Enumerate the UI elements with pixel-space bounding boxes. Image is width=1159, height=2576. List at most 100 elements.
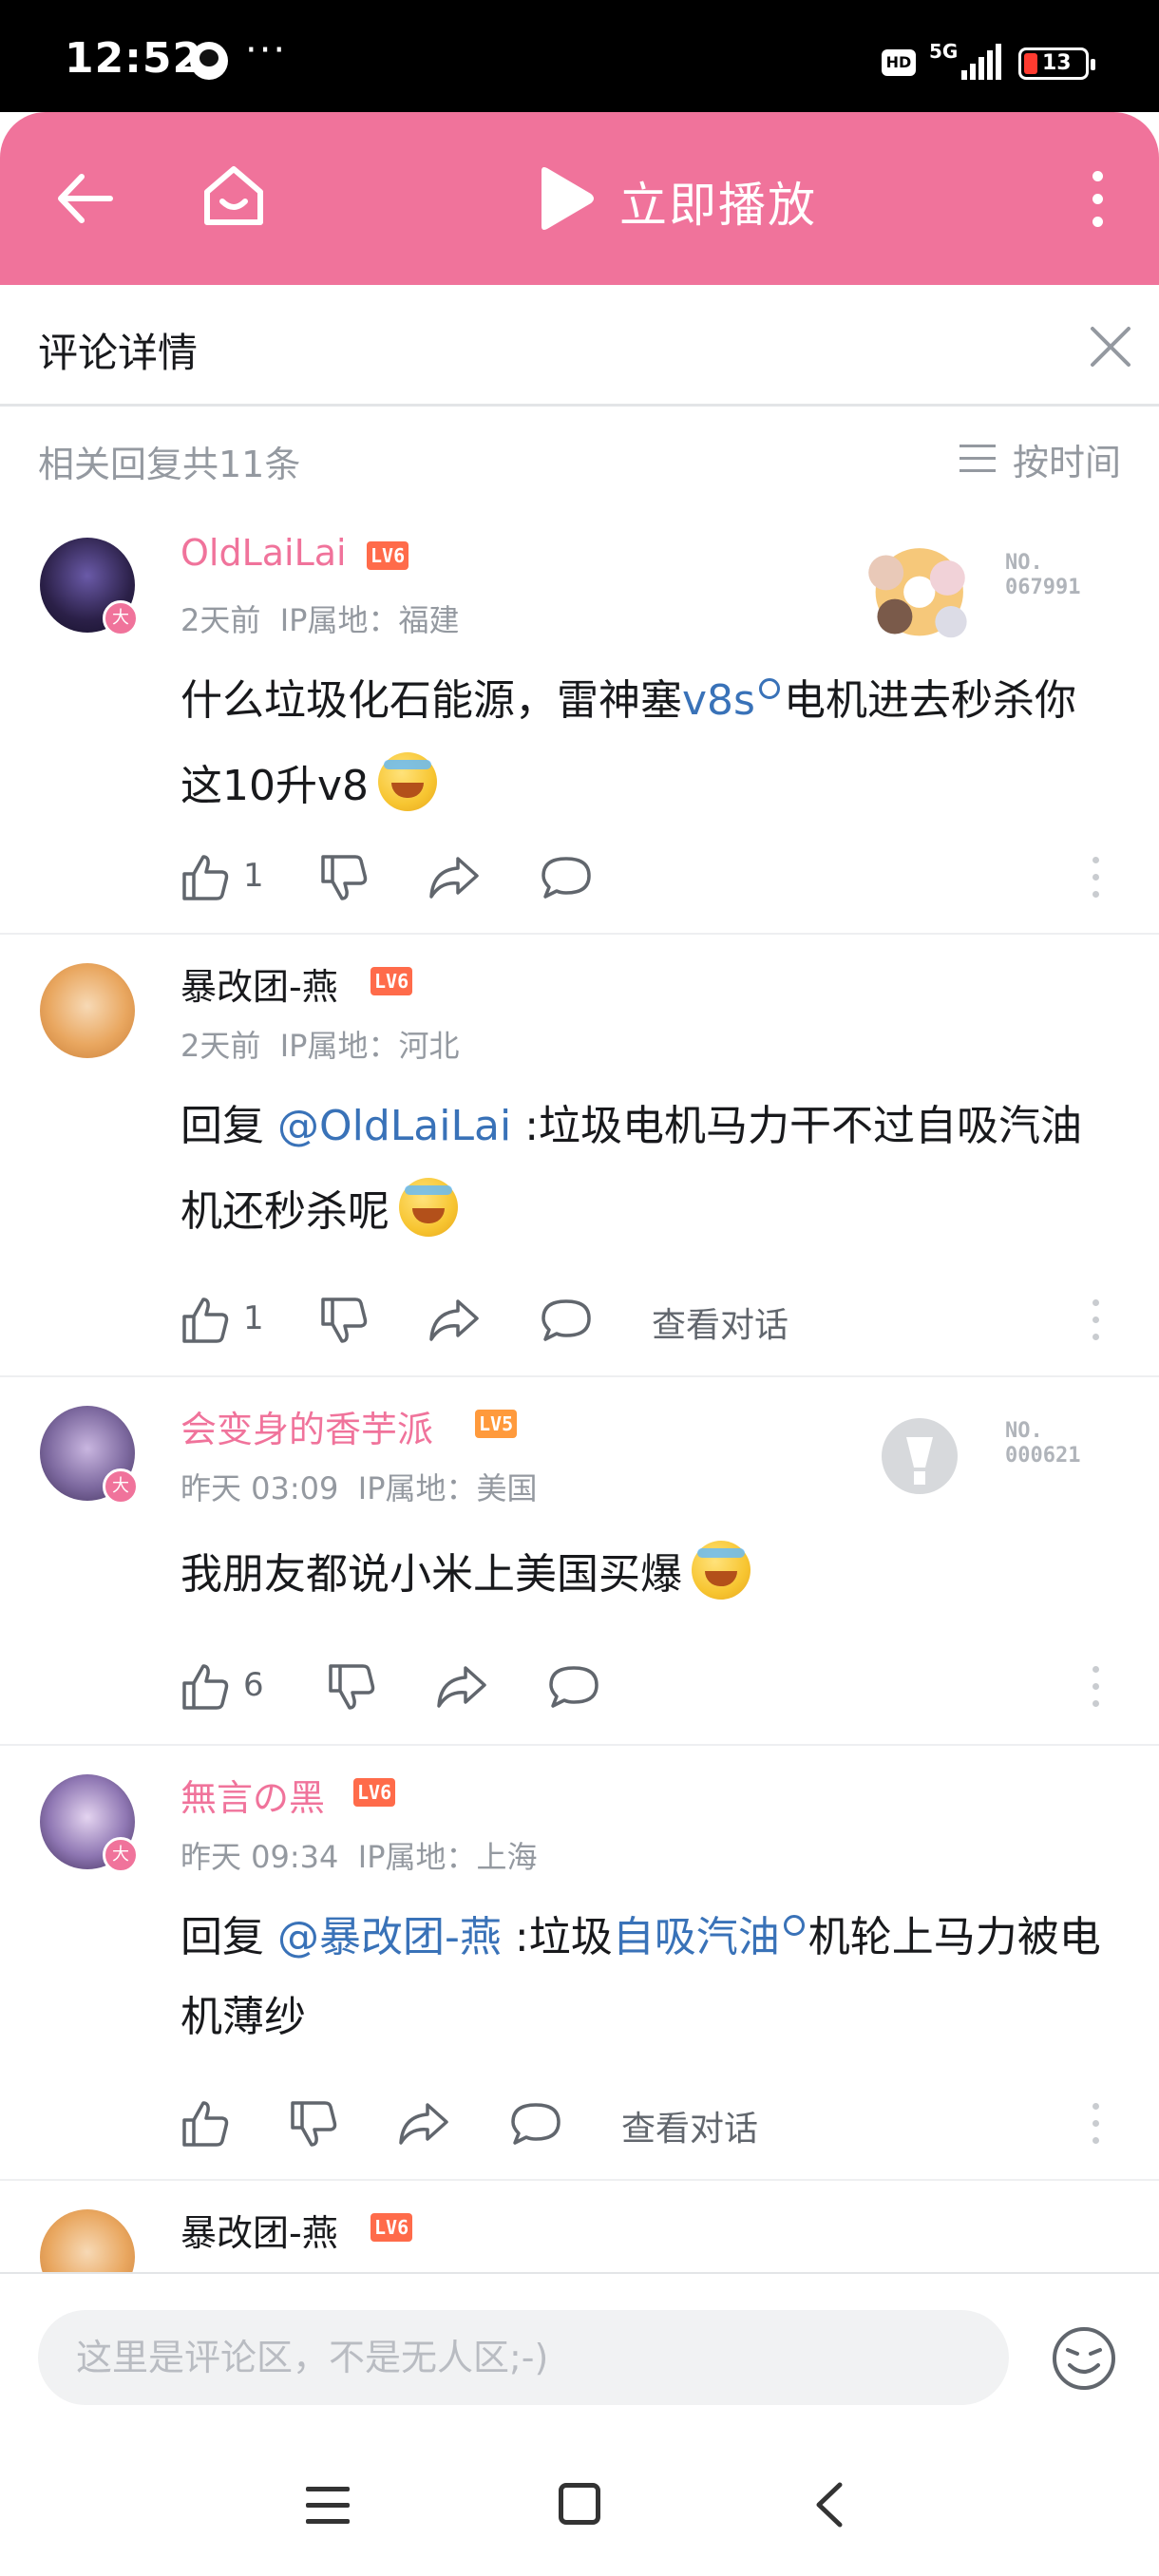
like-icon — [182, 1664, 229, 1710]
reply-icon — [542, 1299, 591, 1341]
avatar[interactable] — [40, 963, 135, 1058]
emoji-icon[interactable] — [1051, 2325, 1117, 2392]
play-icon[interactable] — [534, 165, 597, 232]
replies-meta: 相关回复共11条 按时间 — [0, 414, 1159, 509]
sort-label: 按时间 — [1013, 442, 1122, 483]
comment-input[interactable] — [38, 2310, 1009, 2405]
comment-item: 大 OldLaiLai LV6 2天前 IP属地：福建 NO. 067991 什… — [0, 509, 1159, 935]
share-icon — [399, 2103, 448, 2145]
comment-actions: 6 — [180, 1658, 1130, 1715]
view-conversation-button[interactable]: 查看对话 — [652, 1297, 788, 1347]
comment-more-icon[interactable] — [1091, 1299, 1100, 1343]
fan-card-number: NO. 067991 — [1005, 551, 1081, 599]
comment-detail-header: 评论详情 — [0, 285, 1159, 407]
comment-more-icon[interactable] — [1091, 857, 1100, 900]
share-icon — [429, 857, 479, 899]
username[interactable]: OldLaiLai — [180, 532, 347, 574]
comment-text: 什么垃圾化石能源，雷神塞v8s 电机进去秒杀你这10升v8 — [180, 661, 1112, 826]
sort-icon — [960, 445, 996, 473]
comment-text: 回复 @OldLaiLai :垃圾电机马力干不过自吸汽油机还秒杀呢 — [180, 1087, 1112, 1252]
ip-location: IP属地：上海 — [357, 1839, 538, 1875]
share-button[interactable] — [428, 849, 484, 906]
like-icon — [182, 2101, 229, 2147]
back-arrow-icon[interactable] — [55, 173, 114, 224]
comment-more-icon[interactable] — [1091, 2103, 1100, 2147]
close-icon[interactable] — [1089, 325, 1132, 369]
sort-by-time-button[interactable]: 按时间 — [960, 433, 1122, 483]
reply-icon — [511, 2103, 560, 2145]
username[interactable]: 暴改团-燕 — [180, 957, 338, 1010]
comment-meta: 昨天 03:09 IP属地：美国 — [180, 1465, 538, 1508]
comment-time: 昨天 03:09 — [180, 1470, 339, 1506]
ip-location: IP属地：河北 — [279, 1028, 460, 1064]
recent-apps-icon[interactable] — [306, 2487, 350, 2525]
like-button[interactable]: 6 — [180, 1658, 294, 1715]
like-button[interactable]: 1 — [180, 849, 294, 906]
avatar[interactable] — [40, 2209, 135, 2272]
comment-meta: 2天前 IP属地：福建 — [180, 597, 459, 640]
comment-item: 暴改团-燕 LV6 — [0, 2181, 1159, 2272]
comment-text-part: 我朋友都说小米上美国买爆 — [180, 1550, 682, 1599]
view-conversation-button[interactable]: 查看对话 — [621, 2101, 758, 2150]
reply-button[interactable] — [509, 2095, 566, 2152]
like-count: 1 — [243, 857, 264, 895]
username[interactable]: 暴改团-燕 — [180, 2204, 338, 2256]
dislike-button[interactable] — [327, 1658, 384, 1715]
like-button[interactable] — [180, 2095, 238, 2152]
home-nav-icon[interactable] — [559, 2483, 600, 2525]
like-button[interactable]: 1 — [180, 1292, 294, 1349]
fan-card-decoration — [868, 548, 967, 638]
reply-icon — [542, 857, 591, 899]
search-link[interactable]: v8s — [682, 676, 755, 725]
dislike-button[interactable] — [319, 1292, 376, 1349]
dislike-button[interactable] — [319, 849, 376, 906]
more-notifications-icon: ··· — [245, 28, 288, 72]
share-icon — [429, 1299, 479, 1341]
laugh-cry-emoji-icon — [399, 1178, 458, 1237]
signal-icon — [961, 44, 1001, 80]
vip-badge-icon: 大 — [103, 600, 139, 636]
system-nav-bar — [0, 2443, 1159, 2576]
dislike-button[interactable] — [289, 2095, 346, 2152]
laugh-cry-emoji-icon — [692, 1541, 750, 1600]
comment-item: 大 会变身的香芋派 LV5 昨天 03:09 IP属地：美国 NO. 00062… — [0, 1377, 1159, 1746]
laugh-cry-emoji-icon — [378, 752, 438, 811]
fan-card-number: NO. 000621 — [1005, 1419, 1081, 1468]
level-badge: LV5 — [475, 1410, 518, 1438]
level-badge: LV6 — [370, 2213, 413, 2242]
comment-input-bar — [0, 2272, 1159, 2443]
search-link[interactable]: 自吸汽油 — [613, 1913, 780, 1961]
reply-button[interactable] — [540, 1292, 597, 1349]
home-icon[interactable] — [200, 161, 268, 230]
mention-link[interactable]: @OldLaiLai — [277, 1102, 511, 1150]
play-now-button[interactable]: 立即播放 — [619, 167, 817, 236]
comment-text-part: :垃圾 — [501, 1913, 613, 1961]
back-nav-icon[interactable] — [809, 2481, 851, 2529]
search-icon — [758, 678, 780, 699]
comment-text: 回复 @暴改团-燕 :垃圾自吸汽油 机轮上马力被电机薄纱 — [180, 1898, 1112, 2057]
share-button[interactable] — [397, 2095, 454, 2152]
battery-icon: 13 — [1018, 47, 1095, 80]
comment-actions: 查看对话 — [180, 2095, 1130, 2152]
share-button[interactable] — [435, 1658, 492, 1715]
level-badge: LV6 — [367, 541, 409, 570]
share-button[interactable] — [428, 1292, 484, 1349]
comment-meta: 昨天 09:34 IP属地：上海 — [180, 1833, 538, 1877]
reply-button[interactable] — [547, 1658, 604, 1715]
username[interactable]: 無言の黑 — [180, 1769, 325, 1821]
status-time: 12:52 — [65, 34, 203, 83]
comment-meta: 2天前 IP属地：河北 — [180, 1022, 459, 1066]
reply-button[interactable] — [540, 849, 597, 906]
reply-prefix: 回复 — [180, 1913, 277, 1961]
level-badge: LV6 — [353, 1778, 396, 1807]
comment-more-icon[interactable] — [1091, 1666, 1100, 1710]
vip-badge-icon: 大 — [103, 1468, 139, 1505]
mention-link[interactable]: @暴改团-燕 — [277, 1913, 502, 1961]
like-icon — [182, 855, 229, 900]
more-vertical-icon[interactable] — [1091, 171, 1104, 228]
username[interactable]: 会变身的香芋派 — [180, 1400, 433, 1452]
hd-icon: HD — [882, 49, 916, 76]
qq-icon — [190, 42, 228, 80]
comment-actions: 1 — [180, 849, 1130, 906]
ip-location: IP属地：福建 — [279, 602, 460, 638]
